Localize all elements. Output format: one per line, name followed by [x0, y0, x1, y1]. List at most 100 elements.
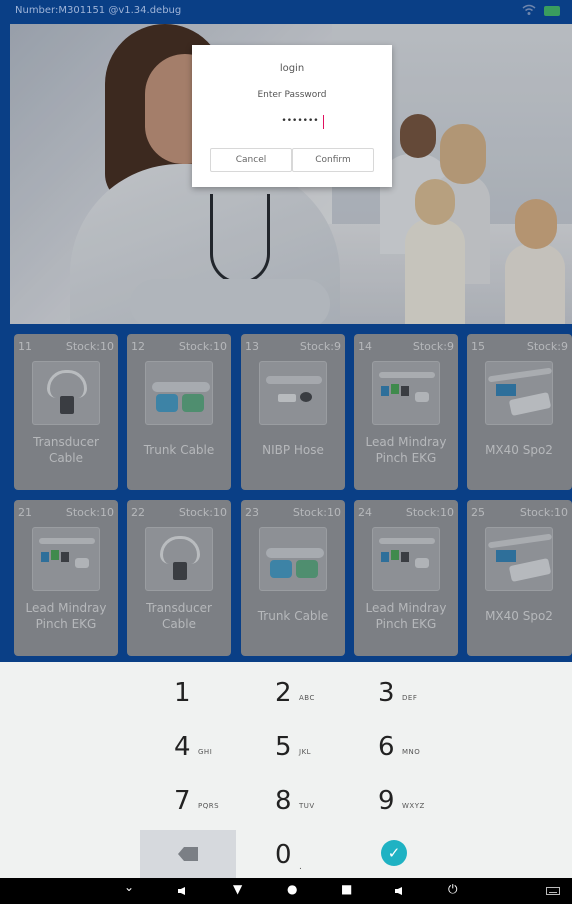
product-number: 12 — [131, 340, 145, 353]
product-name: Lead Mindray Pinch EKG — [25, 601, 107, 631]
power-icon[interactable]: ⏻ — [448, 882, 458, 897]
product-number: 15 — [471, 340, 485, 353]
stock-count: Stock:10 — [178, 506, 227, 519]
password-prompt: Enter Password — [257, 90, 327, 100]
key-letters: JKL — [299, 748, 312, 756]
product-name: Lead Mindray Pinch EKG — [365, 601, 447, 631]
system-nav-bar: ⌄ ▼ ● ■ ⏻ — [0, 878, 572, 904]
key-digit: 1 — [174, 678, 191, 708]
product-card[interactable]: 23 Stock:10 Trunk Cable — [241, 500, 345, 656]
key-0[interactable]: 0 . — [241, 828, 339, 880]
product-name: MX40 Spo2 — [485, 443, 553, 457]
stock-count: Stock:10 — [178, 340, 227, 353]
hide-keyboard-icon[interactable]: ⌄ — [124, 880, 134, 894]
password-input[interactable] — [270, 113, 330, 129]
stock-count: Stock:10 — [519, 506, 568, 519]
key-digit: 3 — [378, 678, 395, 708]
product-card[interactable]: 25 Stock:10 MX40 Spo2 — [467, 500, 572, 656]
key-digit: 2 — [275, 678, 292, 708]
app-screen: Number:M301151 @v1.34.debug login Enter … — [0, 0, 572, 904]
key-letters: . — [299, 862, 303, 872]
stock-count: Stock:10 — [65, 506, 114, 519]
wifi-icon — [522, 4, 536, 15]
key-8[interactable]: 8 TUV — [241, 774, 339, 826]
status-bar: Number:M301151 @v1.34.debug — [0, 0, 572, 24]
device-info-text: Number:M301151 @v1.34.debug — [15, 5, 182, 16]
numeric-keypad: 1 2 ABC 3 DEF 4 GHI 5 JKL 6 MNO 7 PQRS 8 — [0, 662, 572, 878]
key-9[interactable]: 9 WXYZ — [344, 774, 442, 826]
backspace-icon — [178, 847, 198, 861]
backspace-key[interactable] — [140, 830, 236, 878]
key-digit: 0 — [275, 840, 292, 870]
product-number: 14 — [358, 340, 372, 353]
product-name: Trunk Cable — [257, 609, 329, 623]
nibp-hose-icon — [259, 361, 327, 425]
key-letters: TUV — [299, 802, 315, 810]
key-7[interactable]: 7 PQRS — [140, 774, 238, 826]
product-name: Transducer Cable — [33, 435, 99, 465]
key-digit: 9 — [378, 786, 395, 816]
key-letters: PQRS — [198, 802, 220, 810]
transducer-cable-icon — [32, 361, 100, 425]
keyboard-icon[interactable] — [546, 887, 560, 895]
product-number: 13 — [245, 340, 259, 353]
key-6[interactable]: 6 MNO — [344, 720, 442, 772]
trunk-cable-icon — [145, 361, 213, 425]
product-card[interactable]: 22 Stock:10 Transducer Cable — [127, 500, 231, 656]
product-number: 11 — [18, 340, 32, 353]
cancel-button[interactable]: Cancel — [210, 148, 292, 172]
product-card[interactable]: 12 Stock:10 Trunk Cable — [127, 334, 231, 490]
check-icon[interactable]: ✓ — [381, 840, 407, 866]
key-1[interactable]: 1 — [140, 666, 238, 718]
product-card[interactable]: 21 Stock:10 Lead Mindray Pinch EKG — [14, 500, 118, 656]
key-3[interactable]: 3 DEF — [344, 666, 442, 718]
volume-up-icon[interactable] — [395, 887, 402, 895]
key-letters: ABC — [299, 694, 315, 702]
key-digit: 6 — [378, 732, 395, 762]
key-letters: DEF — [402, 694, 418, 702]
stock-count: Stock:10 — [292, 506, 341, 519]
ekg-lead-icon — [32, 527, 100, 591]
login-dialog: login Enter Password Cancel Confirm — [192, 45, 392, 187]
product-number: 25 — [471, 506, 485, 519]
stock-count: Stock:9 — [412, 340, 454, 353]
key-digit: 8 — [275, 786, 292, 816]
key-5[interactable]: 5 JKL — [241, 720, 339, 772]
product-name: NIBP Hose — [262, 443, 324, 457]
key-letters: GHI — [198, 748, 213, 756]
stock-count: Stock:10 — [405, 506, 454, 519]
product-number: 21 — [18, 506, 32, 519]
product-number: 22 — [131, 506, 145, 519]
recents-icon[interactable]: ■ — [341, 882, 352, 896]
dialog-title: login — [279, 63, 305, 74]
product-name: MX40 Spo2 — [485, 609, 553, 623]
key-digit: 5 — [275, 732, 292, 762]
transducer-cable-icon — [145, 527, 213, 591]
product-number: 23 — [245, 506, 259, 519]
key-digit: 4 — [174, 732, 191, 762]
home-icon[interactable]: ● — [287, 882, 297, 896]
product-card[interactable]: 24 Stock:10 Lead Mindray Pinch EKG — [354, 500, 458, 656]
key-2[interactable]: 2 ABC — [241, 666, 339, 718]
key-4[interactable]: 4 GHI — [140, 720, 238, 772]
spo2-sensor-icon — [485, 527, 553, 591]
product-name: Lead Mindray Pinch EKG — [365, 435, 447, 465]
back-icon[interactable]: ▼ — [233, 882, 242, 896]
key-letters: MNO — [402, 748, 421, 756]
stock-count: Stock:9 — [299, 340, 341, 353]
stock-count: Stock:9 — [526, 340, 568, 353]
trunk-cable-icon — [259, 527, 327, 591]
product-card[interactable]: 15 Stock:9 MX40 Spo2 — [467, 334, 572, 490]
volume-down-icon[interactable] — [178, 887, 185, 895]
product-card[interactable]: 14 Stock:9 Lead Mindray Pinch EKG — [354, 334, 458, 490]
stock-count: Stock:10 — [65, 340, 114, 353]
spo2-sensor-icon — [485, 361, 553, 425]
confirm-button[interactable]: Confirm — [292, 148, 374, 172]
product-card[interactable]: 13 Stock:9 NIBP Hose — [241, 334, 345, 490]
battery-icon — [544, 6, 560, 16]
ekg-lead-icon — [372, 527, 440, 591]
product-name: Trunk Cable — [143, 443, 215, 457]
ekg-lead-icon — [372, 361, 440, 425]
product-number: 24 — [358, 506, 372, 519]
product-card[interactable]: 11 Stock:10 Transducer Cable — [14, 334, 118, 490]
